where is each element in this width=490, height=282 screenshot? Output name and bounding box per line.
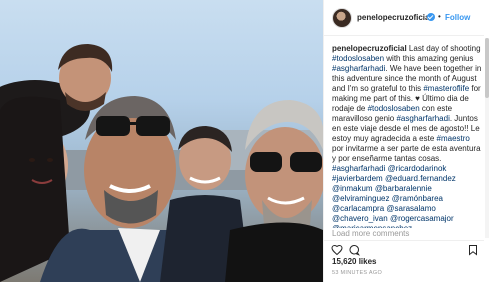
caption-text-segment: Last day of shooting — [408, 44, 481, 53]
mention-link[interactable]: @elviraminguez — [332, 194, 389, 203]
hashtag-link[interactable]: #asgharfarhadi — [332, 64, 385, 73]
mention-link[interactable]: @ramónbarea — [392, 194, 443, 203]
username-link[interactable]: penelopecruzoficial — [357, 13, 432, 22]
hashtag-link[interactable]: #todoslosaben — [332, 54, 384, 63]
post-side-panel: penelopecruzoficial • Follow penelopecru… — [323, 0, 490, 282]
caption-text-segment: with this amazing genius — [384, 54, 474, 63]
comment-icon[interactable] — [348, 244, 360, 256]
mention-link[interactable]: @rogercasamajor — [390, 214, 454, 223]
mention-link[interactable]: @maricarmensanchez — [332, 224, 412, 228]
mention-link[interactable]: @eduard.fernandez — [385, 174, 456, 183]
avatar[interactable] — [332, 8, 352, 28]
caption-text-segment: por invitarme a ser parte de esta aventu… — [332, 144, 481, 163]
mention-link[interactable]: @sarasalamo — [386, 204, 435, 213]
mention-link[interactable]: @chavero_ivan — [332, 214, 388, 223]
mention-link[interactable]: @barbaralennie — [375, 184, 432, 193]
mention-link[interactable]: @ricardodarinok — [388, 164, 447, 173]
group-selfie-illustration — [0, 44, 323, 282]
hashtag-link[interactable]: #asgharfarhadi — [332, 164, 385, 173]
separator-dot: • — [438, 12, 441, 21]
mention-link[interactable]: @carlacampra — [332, 204, 384, 213]
mention-link[interactable]: @inmakum — [332, 184, 373, 193]
hashtag-link[interactable]: #asgharfarhadi — [396, 114, 449, 123]
verified-badge-icon — [427, 13, 435, 21]
follow-button[interactable]: Follow — [445, 13, 470, 22]
caption-text: penelopecruzoficial Last day of shooting… — [332, 44, 482, 228]
post-photo[interactable] — [0, 0, 323, 282]
action-bar — [324, 240, 484, 256]
hashtag-link[interactable]: #javierbardem — [332, 174, 383, 183]
caption-body: Last day of shooting #todoslosaben with … — [332, 44, 481, 228]
scrollbar-thumb[interactable] — [485, 38, 489, 98]
hashtag-link[interactable]: #masteroflife — [423, 84, 469, 93]
hashtag-link[interactable]: #maestro — [437, 134, 470, 143]
load-more-comments-link[interactable]: Load more comments — [332, 229, 409, 238]
post-timestamp[interactable]: 53 MINUTES AGO — [332, 270, 382, 276]
caption-author-link[interactable]: penelopecruzoficial — [332, 44, 407, 53]
comments-scrollbar[interactable] — [485, 38, 489, 238]
likes-count[interactable]: 15,620 likes — [332, 257, 376, 266]
heart-icon[interactable] — [331, 244, 343, 256]
save-bookmark-icon[interactable] — [467, 244, 479, 256]
instagram-post: penelopecruzoficial • Follow penelopecru… — [0, 0, 490, 282]
hashtag-link[interactable]: #todoslosaben — [368, 104, 420, 113]
post-header: penelopecruzoficial • Follow — [324, 0, 484, 36]
